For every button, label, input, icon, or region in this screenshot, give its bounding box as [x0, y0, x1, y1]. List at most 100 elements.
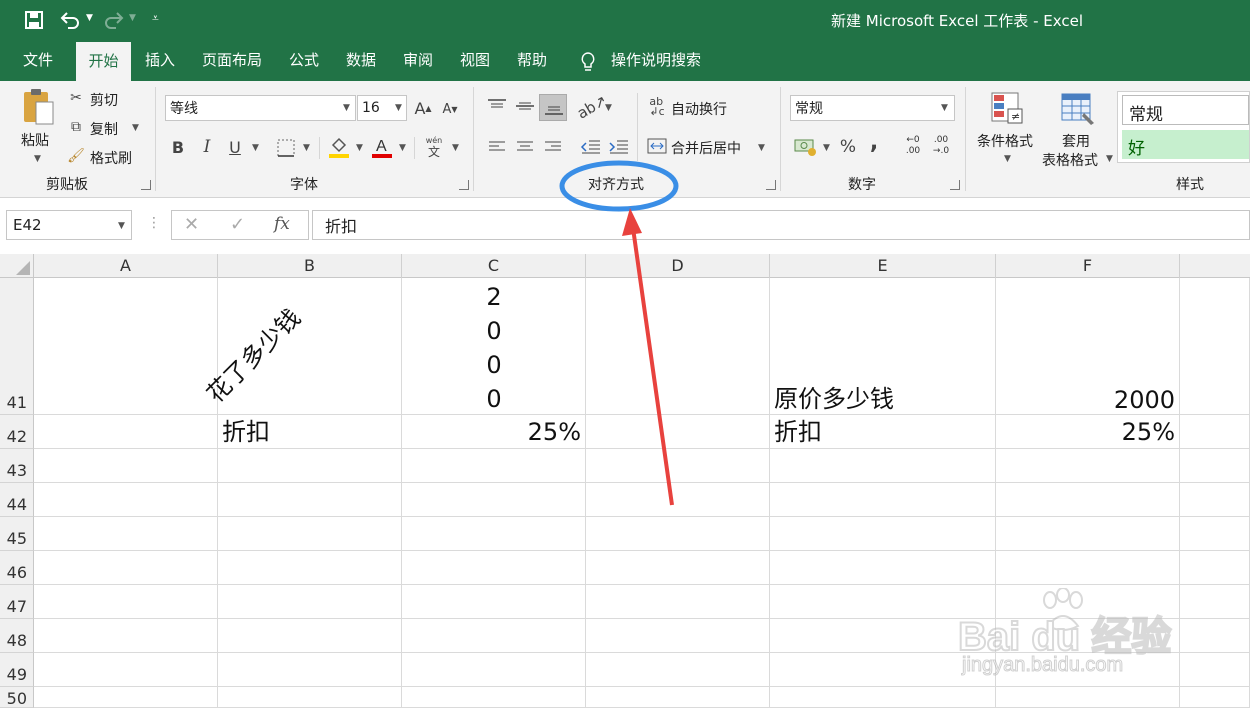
- column-header-e[interactable]: E: [770, 254, 996, 278]
- cell-f47[interactable]: [996, 585, 1180, 619]
- format-as-table-label-1[interactable]: 套用: [1062, 131, 1090, 151]
- merge-center-label[interactable]: 合并后居中: [671, 138, 741, 158]
- enter-icon[interactable]: ✓: [230, 214, 245, 235]
- paste-label[interactable]: 粘贴: [21, 130, 49, 150]
- tab-view[interactable]: 视图: [451, 40, 499, 81]
- row-header-50[interactable]: 50: [0, 687, 34, 708]
- cell-c42[interactable]: 25%: [402, 415, 586, 449]
- wrap-text-label[interactable]: 自动换行: [671, 99, 727, 119]
- cell-a45[interactable]: [34, 517, 218, 551]
- cell-g49[interactable]: [1180, 653, 1250, 687]
- cell-b48[interactable]: [218, 619, 402, 653]
- row-header-45[interactable]: 45: [0, 517, 34, 551]
- cell-e46[interactable]: [770, 551, 996, 585]
- insert-function-icon[interactable]: fx: [274, 214, 290, 234]
- row-header-47[interactable]: 47: [0, 585, 34, 619]
- cell-b50[interactable]: [218, 687, 402, 708]
- style-normal[interactable]: 常规: [1122, 95, 1249, 125]
- cell-c45[interactable]: [402, 517, 586, 551]
- orientation-icon[interactable]: ab↗: [574, 91, 610, 122]
- cell-e44[interactable]: [770, 483, 996, 517]
- name-box[interactable]: E42: [6, 210, 132, 240]
- cell-f44[interactable]: [996, 483, 1180, 517]
- format-as-table-dropdown-icon[interactable]: ▼: [1106, 154, 1113, 164]
- cell-f43[interactable]: [996, 449, 1180, 483]
- redo-icon[interactable]: [104, 11, 124, 29]
- cell-e42[interactable]: 折扣: [770, 415, 996, 449]
- cell-f48[interactable]: [996, 619, 1180, 653]
- fill-color-icon[interactable]: [328, 135, 350, 159]
- name-box-dropdown-icon[interactable]: ▼: [118, 221, 125, 231]
- cell-c47[interactable]: [402, 585, 586, 619]
- row-header-49[interactable]: 49: [0, 653, 34, 687]
- cell-b45[interactable]: [218, 517, 402, 551]
- cut-label[interactable]: 剪切: [90, 90, 118, 110]
- tab-review[interactable]: 审阅: [394, 40, 442, 81]
- row-header-43[interactable]: 43: [0, 449, 34, 483]
- font-name-select[interactable]: 等线: [165, 95, 356, 121]
- select-all-button[interactable]: [0, 254, 34, 278]
- cell-d50[interactable]: [586, 687, 770, 708]
- cell-b44[interactable]: [218, 483, 402, 517]
- copy-label[interactable]: 复制: [90, 119, 118, 139]
- cell-b46[interactable]: [218, 551, 402, 585]
- cell-e45[interactable]: [770, 517, 996, 551]
- underline-dropdown-icon[interactable]: ▼: [252, 143, 259, 153]
- cell-e50[interactable]: [770, 687, 996, 708]
- number-launcher-icon[interactable]: [950, 180, 960, 190]
- column-header-b[interactable]: B: [218, 254, 402, 278]
- cell-a48[interactable]: [34, 619, 218, 653]
- cell-g44[interactable]: [1180, 483, 1250, 517]
- cell-g50[interactable]: [1180, 687, 1250, 708]
- paste-icon[interactable]: [21, 87, 55, 127]
- tab-file[interactable]: 文件: [14, 40, 62, 81]
- accounting-dropdown-icon[interactable]: ▼: [823, 143, 830, 153]
- save-icon[interactable]: [25, 11, 43, 29]
- font-launcher-icon[interactable]: [459, 180, 469, 190]
- font-color-icon[interactable]: A: [371, 135, 393, 159]
- cell-g43[interactable]: [1180, 449, 1250, 483]
- cell-a42[interactable]: [34, 415, 218, 449]
- cell-d42[interactable]: [586, 415, 770, 449]
- cell-g45[interactable]: [1180, 517, 1250, 551]
- row-header-42[interactable]: 42: [0, 415, 34, 449]
- tell-me-search[interactable]: 操作说明搜索: [604, 40, 708, 81]
- align-center-icon[interactable]: [515, 139, 535, 155]
- cell-g48[interactable]: [1180, 619, 1250, 653]
- orientation-dropdown-icon[interactable]: ▼: [605, 103, 612, 113]
- conditional-formatting-label[interactable]: 条件格式: [977, 131, 1033, 151]
- cell-f46[interactable]: [996, 551, 1180, 585]
- tab-home[interactable]: 开始: [76, 42, 131, 81]
- row-header-46[interactable]: 46: [0, 551, 34, 585]
- redo-dropdown-icon[interactable]: ▼: [129, 13, 136, 23]
- cell-d43[interactable]: [586, 449, 770, 483]
- cell-a44[interactable]: [34, 483, 218, 517]
- merge-center-icon[interactable]: [647, 137, 667, 155]
- cell-e43[interactable]: [770, 449, 996, 483]
- cell-c50[interactable]: [402, 687, 586, 708]
- shrink-font-icon[interactable]: A ▼: [440, 98, 460, 120]
- formula-input[interactable]: 折扣: [312, 210, 1250, 240]
- cell-c43[interactable]: [402, 449, 586, 483]
- cell-a41[interactable]: [34, 278, 218, 415]
- phonetic-dropdown-icon[interactable]: ▼: [452, 143, 459, 153]
- column-header-c[interactable]: C: [402, 254, 586, 278]
- font-name-dropdown-icon[interactable]: ▼: [343, 103, 350, 113]
- phonetic-guide-icon[interactable]: wén 文: [423, 136, 445, 160]
- format-painter-label[interactable]: 格式刷: [90, 148, 132, 168]
- cell-f45[interactable]: [996, 517, 1180, 551]
- underline-button[interactable]: U: [226, 136, 244, 158]
- column-header-d[interactable]: D: [586, 254, 770, 278]
- tab-insert[interactable]: 插入: [136, 40, 184, 81]
- number-format-select[interactable]: 常规: [790, 95, 955, 121]
- alignment-launcher-icon[interactable]: [766, 180, 776, 190]
- customize-qat-icon[interactable]: ⩡: [152, 11, 159, 26]
- increase-decimal-icon[interactable]: ←0.00: [902, 135, 924, 159]
- cancel-icon[interactable]: ✕: [184, 214, 199, 235]
- cell-c48[interactable]: [402, 619, 586, 653]
- cell-g41[interactable]: [1180, 278, 1250, 415]
- number-format-dropdown-icon[interactable]: ▼: [941, 103, 948, 113]
- cell-g47[interactable]: [1180, 585, 1250, 619]
- tab-page-layout[interactable]: 页面布局: [196, 40, 268, 81]
- cell-a46[interactable]: [34, 551, 218, 585]
